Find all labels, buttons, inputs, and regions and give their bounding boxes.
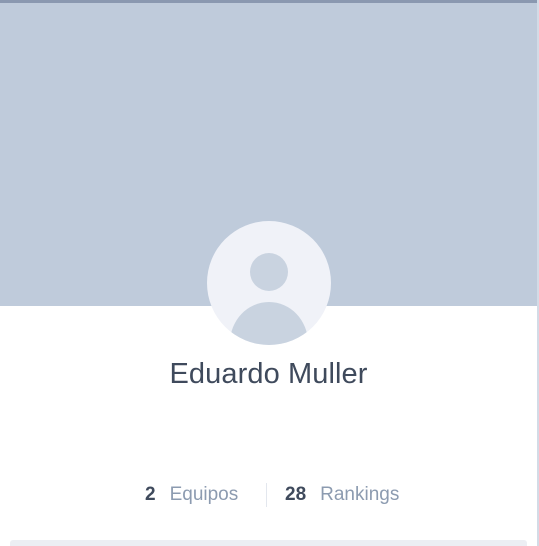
profile-name: Eduardo Muller <box>169 358 368 390</box>
stat-rankings-label: Rankings <box>320 484 400 505</box>
stat-rankings-value: 28 <box>285 484 307 505</box>
next-section-edge <box>10 540 527 546</box>
stat-equipos-label: Equipos <box>169 484 239 505</box>
stat-equipos-value: 2 <box>145 484 156 505</box>
user-placeholder-icon <box>230 253 308 345</box>
profile-stats: 2 Equipos 28 Rankings <box>0 482 537 508</box>
avatar[interactable] <box>207 221 331 345</box>
stat-equipos[interactable]: 2 Equipos <box>145 482 238 508</box>
stat-rankings[interactable]: 28 Rankings <box>285 482 399 508</box>
stats-divider <box>266 483 267 507</box>
